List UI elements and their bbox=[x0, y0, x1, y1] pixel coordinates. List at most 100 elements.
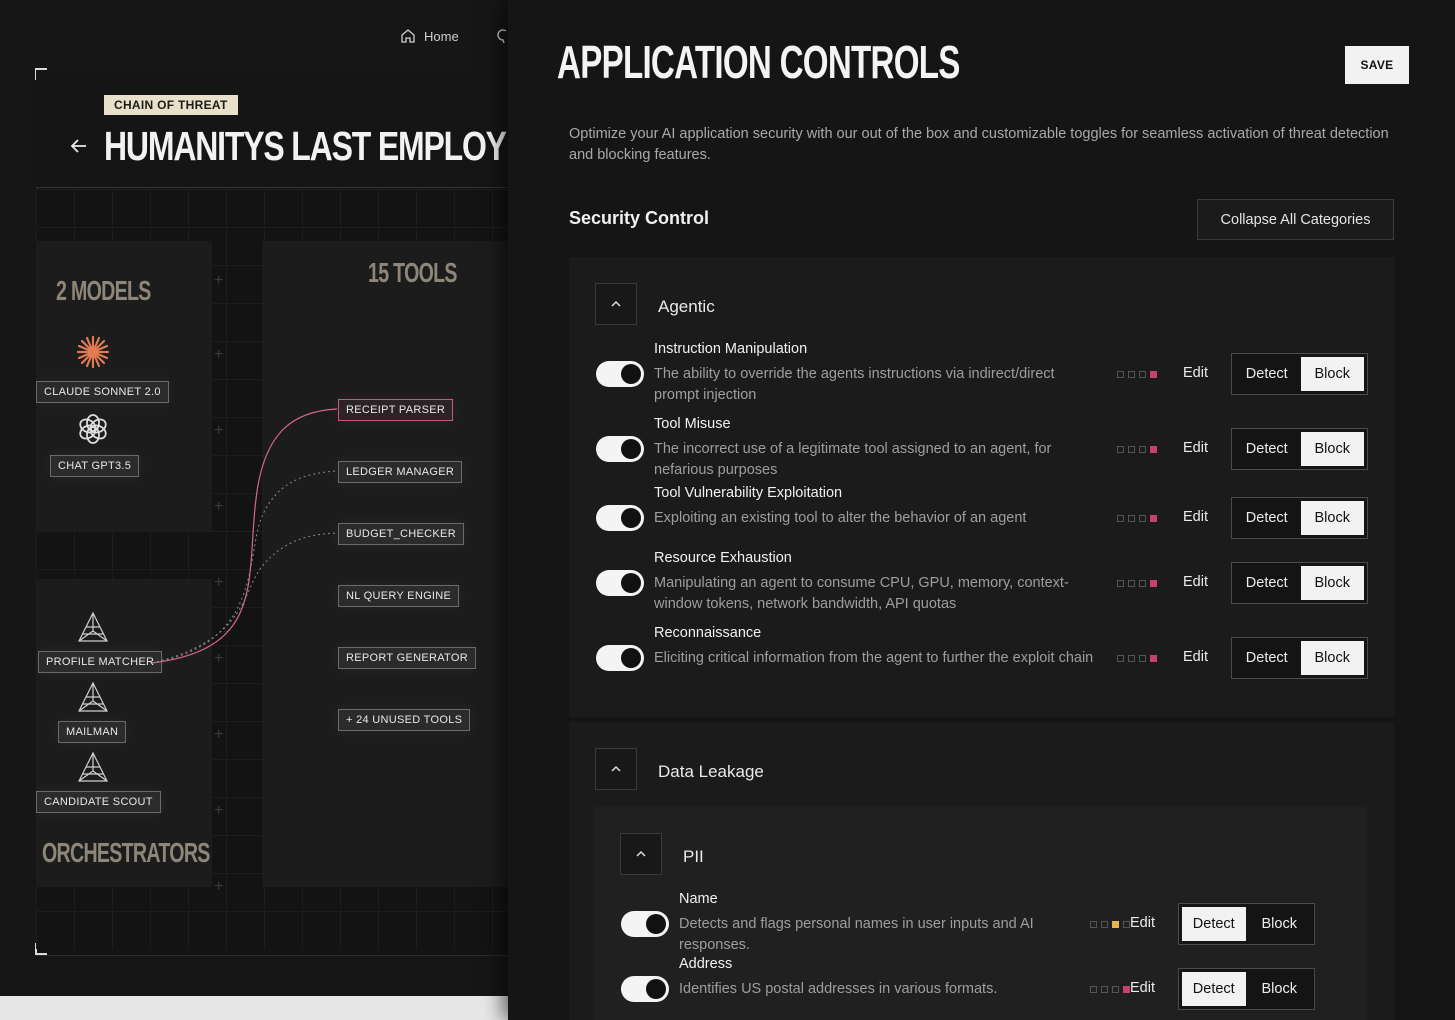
control-description: Identifies US postal addresses in variou… bbox=[679, 981, 998, 997]
mode-segmented-control: Detect Block bbox=[1178, 903, 1315, 945]
control-row: Tool Vulnerability Exploitation Exploitin… bbox=[569, 485, 1369, 558]
control-description: Manipulating an agent to consume CPU, GP… bbox=[654, 575, 1069, 612]
enable-toggle[interactable] bbox=[596, 505, 644, 531]
severity-pip bbox=[1139, 580, 1146, 587]
severity-pip bbox=[1128, 580, 1135, 587]
unused-tools-node[interactable]: + 24 UNUSED TOOLS bbox=[338, 709, 471, 731]
enable-toggle[interactable] bbox=[621, 976, 669, 1002]
enable-toggle[interactable] bbox=[596, 570, 644, 596]
severity-pip bbox=[1112, 986, 1119, 993]
severity-pip bbox=[1139, 515, 1146, 522]
control-name: Tool Vulnerability Exploitation bbox=[654, 485, 843, 501]
edit-button[interactable]: Edit bbox=[1183, 365, 1208, 381]
control-row: Address Identifies US postal addresses in… bbox=[594, 956, 1394, 1020]
panel-title: APPLICATION CONTROLS bbox=[557, 36, 960, 88]
enable-toggle[interactable] bbox=[596, 436, 644, 462]
connection-wires bbox=[151, 408, 338, 664]
block-mode-button[interactable]: Block bbox=[1248, 907, 1312, 941]
tool-node[interactable]: LEDGER MANAGER bbox=[338, 461, 463, 483]
block-mode-button[interactable]: Block bbox=[1300, 566, 1364, 600]
mode-segmented-control: Detect Block bbox=[1231, 637, 1368, 679]
detect-mode-button[interactable]: Detect bbox=[1182, 972, 1246, 1006]
section-title: Security Control bbox=[569, 208, 710, 228]
chevron-up-icon bbox=[611, 765, 621, 772]
nav-home-link[interactable]: Home bbox=[424, 29, 459, 44]
enable-toggle[interactable] bbox=[621, 911, 669, 937]
severity-indicator bbox=[1090, 986, 1130, 993]
chain-badge: CHAIN OF THREAT bbox=[104, 95, 238, 115]
severity-pip bbox=[1150, 371, 1157, 378]
severity-indicator bbox=[1117, 655, 1157, 662]
pii-collapse-button[interactable] bbox=[620, 833, 662, 875]
block-mode-button[interactable]: Block bbox=[1300, 357, 1364, 391]
save-button[interactable]: SAVE bbox=[1345, 46, 1409, 84]
severity-pip bbox=[1150, 580, 1157, 587]
panel-description: Optimize your AI application security wi… bbox=[569, 126, 1389, 163]
agentic-category: Agentic Instruction Manipulation The abil… bbox=[569, 257, 1394, 717]
severity-pip bbox=[1123, 986, 1130, 993]
severity-pip bbox=[1101, 986, 1108, 993]
edit-button[interactable]: Edit bbox=[1183, 440, 1208, 456]
edit-button[interactable]: Edit bbox=[1183, 574, 1208, 590]
detect-mode-button[interactable]: Detect bbox=[1182, 907, 1246, 941]
toggle-knob bbox=[646, 914, 666, 934]
chain-canvas: 2 MODELS 15 TOOLS ORCHESTRATORS + + + + … bbox=[36, 189, 510, 949]
control-name: Name bbox=[679, 891, 718, 907]
severity-pip bbox=[1128, 371, 1135, 378]
app-root: Home CHAIN OF THREAT HUMANITYS LAST EMPL… bbox=[0, 0, 1455, 1020]
severity-pip bbox=[1123, 921, 1130, 928]
severity-pip bbox=[1090, 921, 1097, 928]
block-mode-button[interactable]: Block bbox=[1300, 501, 1364, 535]
block-mode-button[interactable]: Block bbox=[1300, 641, 1364, 675]
mode-segmented-control: Detect Block bbox=[1231, 353, 1368, 395]
control-description: Eliciting critical information from the … bbox=[654, 650, 1094, 666]
tool-node[interactable]: NL QUERY ENGINE bbox=[338, 585, 460, 607]
control-description: The incorrect use of a legitimate tool a… bbox=[654, 441, 1052, 478]
subcategory-label: PII bbox=[683, 847, 704, 866]
control-row: Name Detects and flags personal names in … bbox=[594, 891, 1394, 964]
home-icon bbox=[401, 29, 415, 43]
toggle-knob bbox=[621, 648, 641, 668]
wire-dashed bbox=[151, 532, 338, 664]
severity-indicator bbox=[1117, 446, 1157, 453]
enable-toggle[interactable] bbox=[596, 361, 644, 387]
severity-pip bbox=[1117, 655, 1124, 662]
control-name: Address bbox=[679, 956, 733, 972]
severity-pip bbox=[1139, 655, 1146, 662]
mode-segmented-control: Detect Block bbox=[1231, 428, 1368, 470]
severity-pip bbox=[1150, 515, 1157, 522]
detect-mode-button[interactable]: Detect bbox=[1235, 501, 1299, 535]
control-description: Exploiting an existing tool to alter the… bbox=[654, 510, 1027, 526]
pii-subcategory: PII Name Detects and flags personal names… bbox=[594, 807, 1367, 1020]
tool-node[interactable]: REPORT GENERATOR bbox=[338, 647, 476, 669]
data-leakage-collapse-button[interactable] bbox=[595, 748, 637, 790]
severity-indicator bbox=[1117, 580, 1157, 587]
edit-button[interactable]: Edit bbox=[1130, 980, 1155, 996]
tool-node[interactable]: RECEIPT PARSER bbox=[338, 399, 454, 421]
severity-pip bbox=[1101, 921, 1108, 928]
control-name: Tool Misuse bbox=[654, 416, 731, 432]
control-description: Detects and flags personal names in user… bbox=[679, 916, 1034, 953]
back-arrow-icon[interactable] bbox=[70, 137, 88, 155]
severity-pip bbox=[1117, 371, 1124, 378]
edit-button[interactable]: Edit bbox=[1183, 509, 1208, 525]
detect-mode-button[interactable]: Detect bbox=[1235, 641, 1299, 675]
enable-toggle[interactable] bbox=[596, 645, 644, 671]
severity-pip bbox=[1128, 446, 1135, 453]
bottom-strip bbox=[0, 996, 510, 1020]
block-mode-button[interactable]: Block bbox=[1300, 432, 1364, 466]
block-mode-button[interactable]: Block bbox=[1248, 972, 1312, 1006]
detect-mode-button[interactable]: Detect bbox=[1235, 357, 1299, 391]
agentic-collapse-button[interactable] bbox=[595, 283, 637, 325]
tool-node[interactable]: BUDGET_CHECKER bbox=[338, 523, 464, 545]
detect-mode-button[interactable]: Detect bbox=[1235, 432, 1299, 466]
edit-button[interactable]: Edit bbox=[1183, 649, 1208, 665]
edit-button[interactable]: Edit bbox=[1130, 915, 1155, 931]
toggle-knob bbox=[646, 979, 666, 999]
mode-segmented-control: Detect Block bbox=[1231, 497, 1368, 539]
collapse-all-button[interactable]: Collapse All Categories bbox=[1197, 199, 1394, 240]
mode-segmented-control: Detect Block bbox=[1231, 562, 1368, 604]
severity-pip bbox=[1150, 446, 1157, 453]
severity-pip bbox=[1128, 515, 1135, 522]
detect-mode-button[interactable]: Detect bbox=[1235, 566, 1299, 600]
